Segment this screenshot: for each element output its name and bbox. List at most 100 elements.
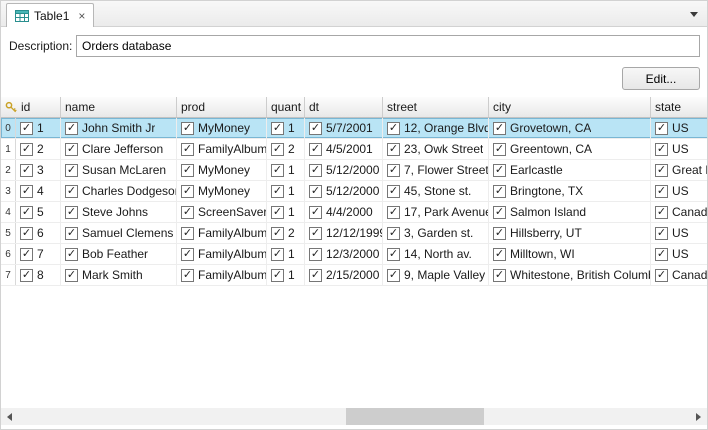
checkbox-icon[interactable] [181, 185, 194, 198]
checkbox-icon[interactable] [20, 227, 33, 240]
cell-id[interactable]: 7 [16, 244, 61, 264]
cell-prod[interactable]: MyMoney [177, 160, 267, 180]
checkbox-icon[interactable] [65, 269, 78, 282]
cell-quant[interactable]: 1 [267, 118, 305, 138]
scrollbar-track[interactable] [18, 408, 690, 425]
cell-name[interactable]: Charles Dodgeson [61, 181, 177, 201]
column-header-city[interactable]: city [489, 97, 651, 117]
tab-table1[interactable]: Table1 × [6, 3, 94, 27]
table-row[interactable]: 45Steve JohnsScreenSaver14/4/200017, Par… [1, 202, 707, 223]
cell-dt[interactable]: 4/5/2001 [305, 139, 383, 159]
cell-quant[interactable]: 1 [267, 181, 305, 201]
checkbox-icon[interactable] [65, 143, 78, 156]
checkbox-icon[interactable] [271, 164, 284, 177]
description-input[interactable] [76, 35, 700, 57]
checkbox-icon[interactable] [309, 164, 322, 177]
cell-dt[interactable]: 4/4/2000 [305, 202, 383, 222]
checkbox-icon[interactable] [65, 227, 78, 240]
checkbox-icon[interactable] [65, 248, 78, 261]
checkbox-icon[interactable] [493, 206, 506, 219]
checkbox-icon[interactable] [387, 164, 400, 177]
column-header-prod[interactable]: prod [177, 97, 267, 117]
checkbox-icon[interactable] [20, 248, 33, 261]
cell-street[interactable]: 12, Orange Blvd [383, 118, 489, 138]
checkbox-icon[interactable] [387, 269, 400, 282]
cell-prod[interactable]: MyMoney [177, 181, 267, 201]
cell-prod[interactable]: FamilyAlbum [177, 139, 267, 159]
checkbox-icon[interactable] [493, 269, 506, 282]
cell-prod[interactable]: FamilyAlbum [177, 223, 267, 243]
cell-prod[interactable]: ScreenSaver [177, 202, 267, 222]
close-icon[interactable]: × [78, 10, 85, 22]
checkbox-icon[interactable] [181, 122, 194, 135]
checkbox-icon[interactable] [20, 269, 33, 282]
cell-name[interactable]: Susan McLaren [61, 160, 177, 180]
cell-id[interactable]: 1 [16, 118, 61, 138]
cell-state[interactable]: US [651, 118, 707, 138]
checkbox-icon[interactable] [181, 143, 194, 156]
checkbox-icon[interactable] [271, 185, 284, 198]
checkbox-icon[interactable] [181, 164, 194, 177]
cell-dt[interactable]: 5/7/2001 [305, 118, 383, 138]
column-header-quant[interactable]: quant [267, 97, 305, 117]
cell-state[interactable]: US [651, 244, 707, 264]
checkbox-icon[interactable] [65, 164, 78, 177]
row-number[interactable]: 1 [1, 139, 16, 159]
checkbox-icon[interactable] [20, 143, 33, 156]
cell-city[interactable]: Bringtone, TX [489, 181, 651, 201]
checkbox-icon[interactable] [655, 227, 668, 240]
row-number[interactable]: 2 [1, 160, 16, 180]
checkbox-icon[interactable] [493, 164, 506, 177]
checkbox-icon[interactable] [493, 122, 506, 135]
cell-dt[interactable]: 12/3/2000 [305, 244, 383, 264]
cell-dt[interactable]: 5/12/2000 [305, 160, 383, 180]
checkbox-icon[interactable] [387, 185, 400, 198]
cell-name[interactable]: John Smith Jr [61, 118, 177, 138]
row-number[interactable]: 6 [1, 244, 16, 264]
checkbox-icon[interactable] [387, 248, 400, 261]
column-header-street[interactable]: street [383, 97, 489, 117]
cell-id[interactable]: 5 [16, 202, 61, 222]
column-header-state[interactable]: state [651, 97, 707, 117]
checkbox-icon[interactable] [387, 206, 400, 219]
checkbox-icon[interactable] [309, 185, 322, 198]
checkbox-icon[interactable] [65, 122, 78, 135]
cell-quant[interactable]: 1 [267, 265, 305, 285]
cell-city[interactable]: Milltown, WI [489, 244, 651, 264]
cell-street[interactable]: 23, Owk Street [383, 139, 489, 159]
checkbox-icon[interactable] [493, 248, 506, 261]
checkbox-icon[interactable] [387, 227, 400, 240]
table-row[interactable]: 78Mark SmithFamilyAlbum12/15/20009, Mapl… [1, 265, 707, 286]
cell-name[interactable]: Steve Johns [61, 202, 177, 222]
row-number[interactable]: 5 [1, 223, 16, 243]
cell-street[interactable]: 17, Park Avenue [383, 202, 489, 222]
checkbox-icon[interactable] [309, 269, 322, 282]
cell-prod[interactable]: FamilyAlbum [177, 265, 267, 285]
cell-city[interactable]: Greentown, CA [489, 139, 651, 159]
checkbox-icon[interactable] [309, 227, 322, 240]
table-row[interactable]: 67Bob FeatherFamilyAlbum112/3/200014, No… [1, 244, 707, 265]
cell-id[interactable]: 4 [16, 181, 61, 201]
cell-quant[interactable]: 2 [267, 223, 305, 243]
checkbox-icon[interactable] [387, 122, 400, 135]
horizontal-scrollbar[interactable] [1, 408, 707, 425]
cell-id[interactable]: 3 [16, 160, 61, 180]
checkbox-icon[interactable] [181, 248, 194, 261]
checkbox-icon[interactable] [655, 269, 668, 282]
checkbox-icon[interactable] [387, 143, 400, 156]
cell-city[interactable]: Whitestone, British Columbia [489, 265, 651, 285]
scroll-right-arrow[interactable] [690, 408, 707, 425]
checkbox-icon[interactable] [655, 206, 668, 219]
checkbox-icon[interactable] [493, 143, 506, 156]
checkbox-icon[interactable] [309, 248, 322, 261]
checkbox-icon[interactable] [20, 185, 33, 198]
scroll-left-arrow[interactable] [1, 408, 18, 425]
checkbox-icon[interactable] [655, 185, 668, 198]
checkbox-icon[interactable] [20, 164, 33, 177]
cell-prod[interactable]: FamilyAlbum [177, 244, 267, 264]
column-header-name[interactable]: name [61, 97, 177, 117]
checkbox-icon[interactable] [181, 269, 194, 282]
column-header-dt[interactable]: dt [305, 97, 383, 117]
cell-prod[interactable]: MyMoney [177, 118, 267, 138]
cell-state[interactable]: Great Britain [651, 160, 707, 180]
